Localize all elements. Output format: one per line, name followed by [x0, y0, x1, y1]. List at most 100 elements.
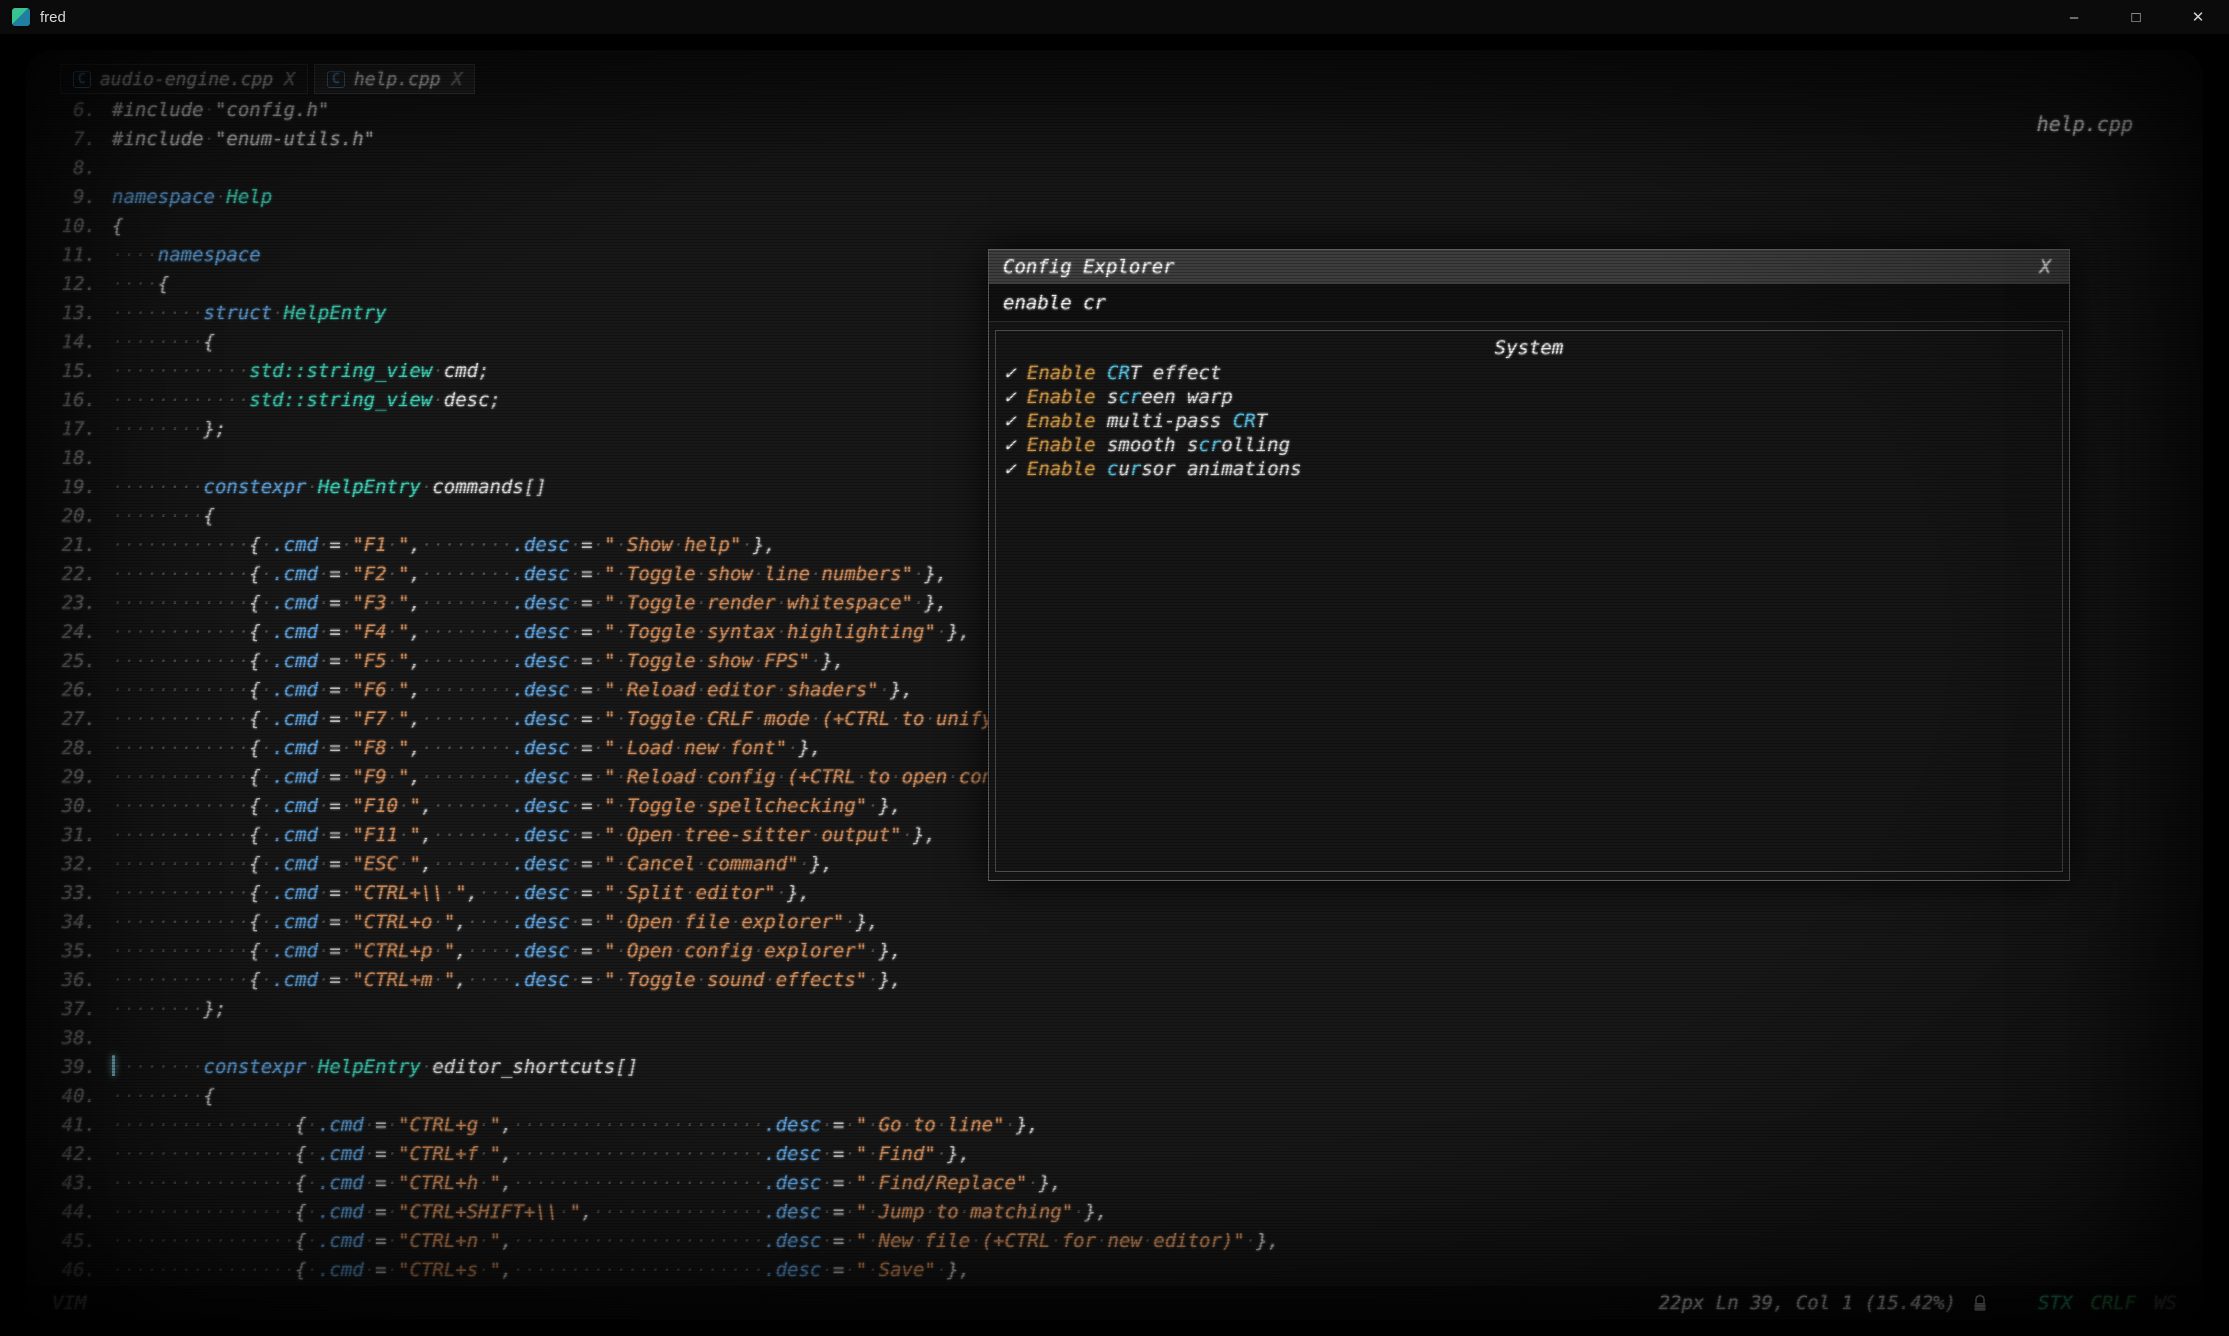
line-number: 46.	[38, 1256, 96, 1285]
app-icon	[12, 8, 30, 26]
line-number: 36.	[38, 966, 96, 995]
line-number: 42.	[38, 1140, 96, 1169]
line-number: 30.	[38, 792, 96, 821]
line-number: 38.	[38, 1024, 96, 1053]
vim-mode-indicator: VIM	[52, 1292, 86, 1314]
code-line[interactable]: 42.················{·.cmd·=·"CTRL+f·",··…	[38, 1140, 2203, 1169]
line-number: 6.	[38, 96, 96, 125]
line-number: 15.	[38, 357, 96, 386]
code-line[interactable]: 43.················{·.cmd·=·"CTRL+h·",··…	[38, 1169, 2203, 1198]
line-number: 10.	[38, 212, 96, 241]
line-number: 32.	[38, 850, 96, 879]
line-number: 23.	[38, 589, 96, 618]
tab-close-button[interactable]: X	[452, 69, 463, 90]
tab-bar: Caudio-engine.cpp X Chelp.cpp X	[60, 64, 475, 94]
status-flags: STX CRLF WS	[2038, 1292, 2177, 1314]
line-number: 29.	[38, 763, 96, 792]
cpp-file-icon: C	[327, 71, 345, 88]
config-option[interactable]: ✓ Enable cursor animations	[1004, 457, 2054, 481]
code-line[interactable]: 46.················{·.cmd·=·"CTRL+s·",··…	[38, 1256, 2203, 1285]
line-number: 35.	[38, 937, 96, 966]
window-controls: – □ ✕	[2043, 0, 2229, 34]
code-line[interactable]: 38.	[38, 1024, 2203, 1053]
code-line[interactable]: 36.············{·.cmd·=·"CTRL+m·",····.d…	[38, 966, 2203, 995]
cpp-file-icon: C	[73, 71, 91, 88]
line-number: 8.	[38, 154, 96, 183]
window-title: fred	[40, 9, 66, 26]
config-explorer-popup: Config Explorer X enable cr System ✓ Ena…	[988, 249, 2070, 881]
line-number: 22.	[38, 560, 96, 589]
line-number: 41.	[38, 1111, 96, 1140]
config-section-header: System	[1004, 335, 2054, 361]
line-number: 20.	[38, 502, 96, 531]
filename-overlay: help.cpp	[2037, 112, 2133, 136]
config-explorer-title: Config Explorer	[1003, 256, 1175, 278]
tab-help.cpp[interactable]: Chelp.cpp X	[314, 64, 475, 94]
code-line[interactable]: 39.········constexpr·HelpEntry·editor_sh…	[38, 1053, 2203, 1082]
code-line[interactable]: 6.#include·"config.h"	[38, 96, 2203, 125]
config-option[interactable]: ✓ Enable CRT effect	[1004, 361, 2054, 385]
checkmark-icon: ✓	[1004, 458, 1015, 480]
code-line[interactable]: 10.{	[38, 212, 2203, 241]
status-flag-ws: WS	[2154, 1292, 2177, 1314]
line-number: 19.	[38, 473, 96, 502]
status-flag-crlf: CRLF	[2090, 1292, 2136, 1314]
tab-audio-engine.cpp[interactable]: Caudio-engine.cpp X	[60, 64, 308, 94]
config-explorer-close-button[interactable]: X	[2036, 256, 2055, 278]
line-number: 9.	[38, 183, 96, 212]
line-number: 13.	[38, 299, 96, 328]
checkmark-icon: ✓	[1004, 434, 1015, 456]
titlebar: fred – □ ✕	[0, 0, 2229, 34]
line-number: 28.	[38, 734, 96, 763]
line-number: 16.	[38, 386, 96, 415]
crt-editor-screen: 6.#include·"config.h"7.#include·"enum-ut…	[26, 50, 2203, 1320]
config-explorer-header: Config Explorer X	[989, 250, 2069, 284]
line-number: 43.	[38, 1169, 96, 1198]
line-number: 25.	[38, 647, 96, 676]
code-line[interactable]: 41.················{·.cmd·=·"CTRL+g·",··…	[38, 1111, 2203, 1140]
config-option[interactable]: ✓ Enable multi-pass CRT	[1004, 409, 2054, 433]
tab-label: audio-engine.cpp	[100, 69, 273, 90]
line-number: 12.	[38, 270, 96, 299]
checkmark-icon: ✓	[1004, 362, 1015, 384]
code-line[interactable]: 37.········};	[38, 995, 2203, 1024]
code-line[interactable]: 44.················{·.cmd·=·"CTRL+SHIFT+…	[38, 1198, 2203, 1227]
line-number: 44.	[38, 1198, 96, 1227]
line-number: 14.	[38, 328, 96, 357]
minimize-button[interactable]: –	[2043, 0, 2105, 34]
config-search-input[interactable]: enable cr	[989, 284, 2069, 322]
line-number: 39.	[38, 1053, 96, 1082]
cursor-position-info: 22px Ln 39, Col 1 (15.42%)	[1659, 1292, 1956, 1314]
line-number: 11.	[38, 241, 96, 270]
line-number: 27.	[38, 705, 96, 734]
close-button[interactable]: ✕	[2167, 0, 2229, 34]
tab-close-button[interactable]: X	[284, 69, 295, 90]
line-number: 34.	[38, 908, 96, 937]
line-number: 26.	[38, 676, 96, 705]
code-line[interactable]: 7.#include·"enum-utils.h"	[38, 125, 2203, 154]
line-number: 21.	[38, 531, 96, 560]
code-line[interactable]: 35.············{·.cmd·=·"CTRL+p·",····.d…	[38, 937, 2203, 966]
line-number: 24.	[38, 618, 96, 647]
line-number: 40.	[38, 1082, 96, 1111]
checkmark-icon: ✓	[1004, 410, 1015, 432]
maximize-button[interactable]: □	[2105, 0, 2167, 34]
checkmark-icon: ✓	[1004, 386, 1015, 408]
code-line[interactable]: 33.············{·.cmd·=·"CTRL+\\·",···.d…	[38, 879, 2203, 908]
code-line[interactable]: 34.············{·.cmd·=·"CTRL+o·",····.d…	[38, 908, 2203, 937]
config-option[interactable]: ✓ Enable screen warp	[1004, 385, 2054, 409]
status-flag-stx: STX	[2038, 1292, 2072, 1314]
line-number: 37.	[38, 995, 96, 1024]
config-option[interactable]: ✓ Enable smooth scrolling	[1004, 433, 2054, 457]
code-line[interactable]: 40.········{	[38, 1082, 2203, 1111]
code-line[interactable]: 45.················{·.cmd·=·"CTRL+n·",··…	[38, 1227, 2203, 1256]
line-number: 17.	[38, 415, 96, 444]
code-line[interactable]: 8.	[38, 154, 2203, 183]
tab-label: help.cpp	[354, 69, 441, 90]
code-line[interactable]: 9.namespace·Help	[38, 183, 2203, 212]
line-number: 31.	[38, 821, 96, 850]
status-bar: VIM 22px Ln 39, Col 1 (15.42%) STX CRLF WS	[26, 1286, 2203, 1320]
lock-icon	[1972, 1294, 1988, 1313]
line-number: 18.	[38, 444, 96, 473]
line-number: 45.	[38, 1227, 96, 1256]
